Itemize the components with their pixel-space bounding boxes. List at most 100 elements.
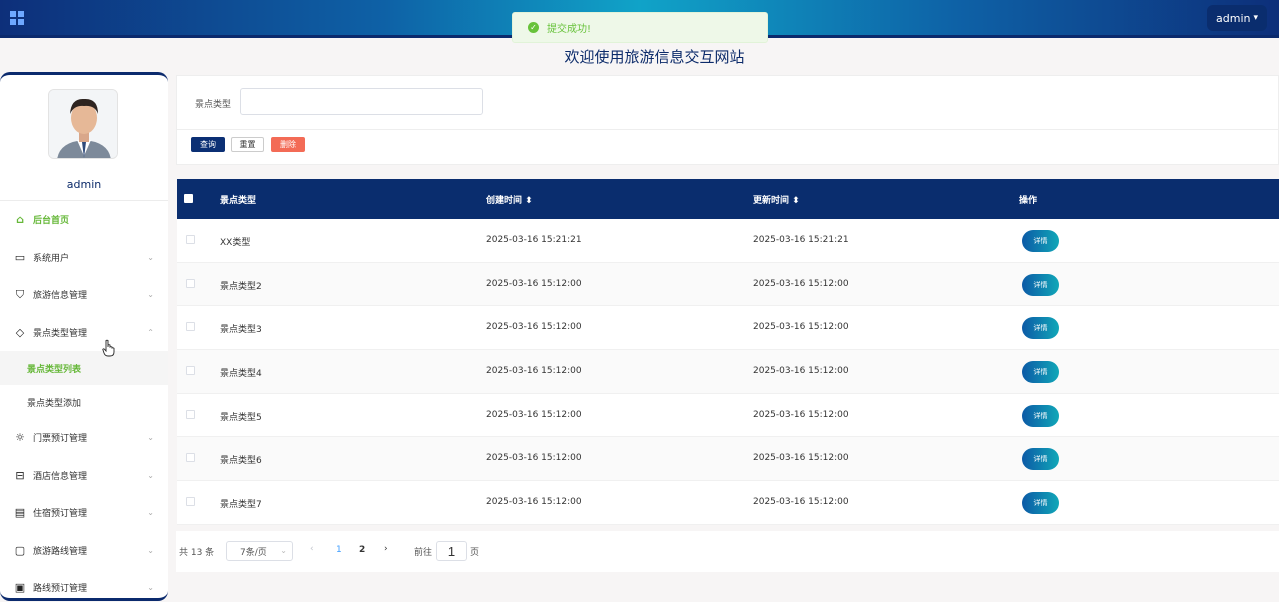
cell-type: XX类型 bbox=[220, 238, 251, 248]
row-checkbox[interactable] bbox=[186, 278, 195, 288]
column-header-created[interactable]: 创建时间 ⬍ bbox=[486, 193, 533, 206]
column-header-updated[interactable]: 更新时间 ⬍ bbox=[753, 193, 800, 206]
cell-created: 2025-03-16 15:12:00 bbox=[486, 453, 582, 464]
chevron-down-icon: ⌄ bbox=[147, 508, 154, 517]
sidebar-item-travel-info[interactable]: ⛉ 旅游信息管理 ⌄ bbox=[0, 276, 168, 314]
table-row: 景点类型4 2025-03-16 15:12:00 2025-03-16 15:12… bbox=[177, 350, 1279, 394]
cell-type: 景点类型4 bbox=[220, 369, 262, 380]
sidebar-item-label: 系统用户 bbox=[33, 253, 70, 264]
row-checkbox[interactable] bbox=[186, 453, 195, 463]
cell-type: 景点类型2 bbox=[220, 281, 262, 292]
sidebar-item-label: 住宿预订管理 bbox=[33, 509, 88, 520]
sidebar-item-home[interactable]: ⌂ 后台首页 bbox=[0, 201, 168, 239]
cell-type: 景点类型3 bbox=[220, 325, 262, 336]
row-checkbox[interactable] bbox=[186, 409, 195, 419]
row-checkbox[interactable] bbox=[186, 235, 195, 244]
table-row: XX类型 2025-03-16 15:21:21 2025-03-16 15:21:… bbox=[177, 219, 1279, 263]
detail-button[interactable]: 详情 bbox=[1022, 404, 1059, 427]
sidebar-menu: ⌂ 后台首页 ▭ 系统用户 ⌄ ⛉ 旅游信息管理 ⌄ ◇ 景点类型管理 ⌃ 景点… bbox=[0, 200, 168, 598]
success-toast: ✓ 提交成功! bbox=[512, 12, 768, 43]
sidebar-item-route-booking[interactable]: ▣ 路线预订管理 ⌄ bbox=[0, 569, 168, 598]
reset-button[interactable]: 重置 bbox=[231, 137, 264, 152]
avatar bbox=[48, 89, 118, 159]
sidebar-item-routes[interactable]: ▢ 旅游路线管理 ⌄ bbox=[0, 532, 168, 570]
detail-button[interactable]: 详情 bbox=[1022, 361, 1059, 384]
inbox-icon: ⊟ bbox=[15, 468, 25, 482]
sidebar-item-label: 旅游路线管理 bbox=[33, 546, 88, 557]
page-title: 欢迎使用旅游信息交互网站 bbox=[564, 48, 745, 66]
toast-text: 提交成功! bbox=[547, 24, 592, 35]
goto-label: 前往 bbox=[414, 548, 433, 558]
sidebar-item-hotels[interactable]: ⊟ 酒店信息管理 ⌄ bbox=[0, 457, 168, 495]
table-header: 景点类型 创建时间 ⬍ 更新时间 ⬍ 操作 bbox=[177, 179, 1279, 219]
sidebar-subitem-type-list[interactable]: 景点类型列表 bbox=[0, 351, 168, 385]
grid-menu-icon[interactable] bbox=[10, 11, 24, 25]
sidebar-item-tickets[interactable]: ☼ 门票预订管理 ⌄ bbox=[0, 419, 168, 457]
table-row: 景点类型2 2025-03-16 15:12:00 2025-03-16 15:12… bbox=[177, 262, 1279, 307]
sidebar-item-label: 景点类型管理 bbox=[33, 328, 88, 339]
tag-icon: ◇ bbox=[15, 325, 25, 339]
sidebar-subitem-type-add[interactable]: 景点类型添加 bbox=[0, 385, 168, 419]
detail-button[interactable]: 详情 bbox=[1022, 230, 1059, 252]
user-menu-button[interactable]: admin ▾ bbox=[1207, 5, 1267, 31]
column-header-type[interactable]: 景点类型 bbox=[220, 193, 256, 206]
page-size-select[interactable]: 7条/页 ⌄ bbox=[226, 541, 293, 561]
cell-updated: 2025-03-16 15:12:00 bbox=[753, 409, 849, 420]
scenic-type-input[interactable] bbox=[240, 88, 483, 115]
cell-updated: 2025-03-16 15:12:00 bbox=[753, 453, 849, 464]
goto-page-input[interactable] bbox=[436, 541, 467, 561]
cell-updated: 2025-03-16 15:12:00 bbox=[753, 497, 849, 508]
cell-updated: 2025-03-16 15:12:00 bbox=[753, 322, 849, 333]
row-checkbox[interactable] bbox=[186, 366, 195, 376]
hand-cursor-icon bbox=[102, 339, 115, 357]
table-row: 景点类型6 2025-03-16 15:12:00 2025-03-16 15:12… bbox=[177, 437, 1279, 482]
page-2-button[interactable]: 2 bbox=[359, 545, 365, 555]
chevron-down-icon: ⌄ bbox=[147, 470, 154, 480]
sidebar-item-label: 后台首页 bbox=[33, 216, 70, 227]
cell-type: 景点类型5 bbox=[220, 412, 262, 423]
sidebar-item-system-users[interactable]: ▭ 系统用户 ⌄ bbox=[0, 239, 168, 277]
sidebar-item-lodging[interactable]: ▤ 住宿预订管理 ⌄ bbox=[0, 494, 168, 532]
chevron-down-icon: ⌄ bbox=[147, 252, 154, 262]
divider bbox=[177, 129, 1279, 130]
sidebar: admin ⌂ 后台首页 ▭ 系统用户 ⌄ ⛉ 旅游信息管理 ⌄ ◇ 景点类型管… bbox=[0, 72, 168, 601]
detail-button[interactable]: 详情 bbox=[1022, 492, 1059, 515]
detail-button[interactable]: 详情 bbox=[1022, 317, 1059, 340]
cell-created: 2025-03-16 15:12:00 bbox=[486, 409, 582, 420]
search-button[interactable]: 查询 bbox=[191, 137, 225, 152]
chevron-up-icon: ⌃ bbox=[147, 327, 154, 337]
chevron-down-icon: ⌄ bbox=[147, 433, 154, 442]
sidebar-username: admin bbox=[66, 178, 102, 191]
bookmark-icon: ⛉ bbox=[15, 287, 25, 301]
filter-label: 景点类型 bbox=[195, 100, 232, 110]
select-all-checkbox[interactable] bbox=[184, 194, 193, 203]
chevron-down-icon: ⌄ bbox=[147, 583, 154, 592]
cell-created: 2025-03-16 15:21:21 bbox=[486, 235, 582, 245]
row-checkbox[interactable] bbox=[186, 322, 195, 332]
row-checkbox[interactable] bbox=[186, 497, 195, 507]
cell-updated: 2025-03-16 15:12:00 bbox=[753, 278, 849, 289]
total-count: 共 13 条 bbox=[179, 548, 215, 558]
sidebar-item-label: 旅游信息管理 bbox=[33, 291, 88, 302]
delete-button[interactable]: 删除 bbox=[271, 137, 305, 152]
detail-button[interactable]: 详情 bbox=[1022, 448, 1059, 471]
cell-created: 2025-03-16 15:12:00 bbox=[486, 497, 582, 508]
prev-page-icon[interactable]: ‹ bbox=[310, 544, 314, 554]
table-row: 景点类型3 2025-03-16 15:12:00 2025-03-16 15:12… bbox=[177, 306, 1279, 351]
cell-created: 2025-03-16 15:12:00 bbox=[486, 322, 582, 333]
pagination: 共 13 条 7条/页 ⌄ ‹ 1 2 › 前往 页 bbox=[176, 531, 1279, 572]
table-row: 景点类型7 2025-03-16 15:12:00 2025-03-16 15:12… bbox=[177, 481, 1279, 525]
sun-icon: ☼ bbox=[15, 431, 25, 445]
cell-type: 景点类型7 bbox=[220, 500, 262, 511]
next-page-icon[interactable]: › bbox=[384, 544, 388, 554]
sidebar-item-scenic-types[interactable]: ◇ 景点类型管理 ⌃ bbox=[0, 314, 168, 352]
page-size-value: 7条/页 bbox=[240, 547, 267, 558]
chevron-down-icon: ⌄ bbox=[280, 546, 287, 555]
page-suffix: 页 bbox=[470, 548, 480, 558]
cell-updated: 2025-03-16 15:12:00 bbox=[753, 366, 849, 377]
sidebar-item-label: 路线预订管理 bbox=[33, 584, 88, 595]
detail-button[interactable]: 详情 bbox=[1022, 273, 1059, 296]
page-1-button[interactable]: 1 bbox=[336, 545, 342, 555]
user-menu-label: admin bbox=[1216, 11, 1251, 25]
table-row: 景点类型5 2025-03-16 15:12:00 2025-03-16 15:12… bbox=[177, 393, 1279, 438]
